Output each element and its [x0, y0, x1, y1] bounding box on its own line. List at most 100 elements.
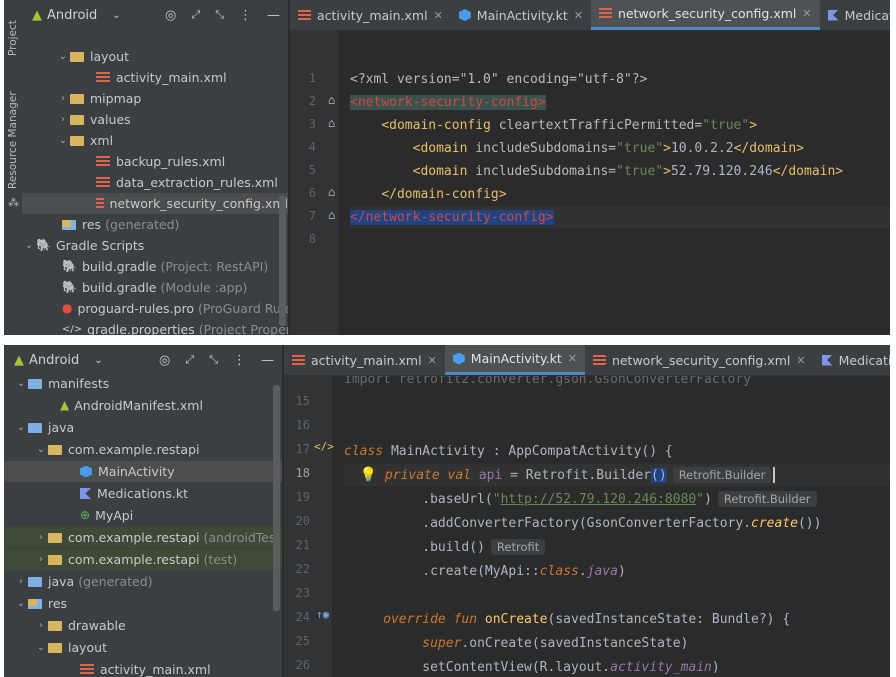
- kotlin-file-icon: [827, 9, 839, 21]
- tab-activity-main-xml[interactable]: activity_main.xml ✕: [284, 345, 445, 375]
- chevron-right-icon[interactable]: ›: [14, 576, 28, 587]
- close-icon[interactable]: ✕: [802, 7, 811, 20]
- tree-item-label: layout: [68, 640, 108, 655]
- expand-all-icon[interactable]: ⤢: [191, 8, 200, 22]
- tree-item-java-generated[interactable]: › java (generated): [4, 571, 282, 592]
- tree-item-activity-main-xml[interactable]: activity_main.xml: [22, 67, 288, 88]
- project-view-selector[interactable]: ▲ Android ⌄: [32, 8, 121, 23]
- tree-item-values[interactable]: › values: [22, 109, 288, 130]
- tree-item-layout[interactable]: ⌄ layout: [22, 46, 288, 67]
- hide-icon[interactable]: —: [267, 8, 280, 23]
- chevron-right-icon[interactable]: ›: [34, 620, 48, 631]
- tree-item-layout[interactable]: ⌄ layout: [4, 637, 282, 658]
- chevron-down-icon[interactable]: ⌄: [14, 422, 28, 433]
- tree-item-mainactivity[interactable]: MainActivity: [4, 461, 282, 482]
- collapse-all-icon[interactable]: ⤡: [209, 353, 218, 367]
- close-icon[interactable]: ✕: [428, 354, 437, 367]
- project-tool-tab[interactable]: Project: [4, 8, 22, 68]
- chevron-right-icon[interactable]: ›: [56, 114, 70, 125]
- tree-item-backup-rules[interactable]: backup_rules.xml: [22, 151, 288, 172]
- code-text: ): [704, 491, 712, 507]
- xml-file-icon: [298, 9, 311, 21]
- target-icon[interactable]: ◎: [159, 353, 170, 368]
- chevron-down-icon[interactable]: ⌄: [22, 240, 36, 251]
- tree-item-build-gradle-project[interactable]: 🐘 build.gradle (Project: RestAPI): [22, 256, 288, 277]
- code-line-20: .addConverterFactory(GsonConverterFactor…: [344, 512, 890, 534]
- tab-activity-main-xml[interactable]: activity_main.xml ✕: [290, 0, 451, 30]
- options-icon[interactable]: ⋮: [239, 8, 252, 23]
- tree-item-data-extraction-rules[interactable]: data_extraction_rules.xml: [22, 172, 288, 193]
- tree-item-java[interactable]: ⌄ java: [4, 417, 282, 438]
- tree-item-label: gradle.properties: [87, 322, 195, 335]
- class-marker-icon[interactable]: </>: [314, 440, 334, 453]
- chevron-down-icon[interactable]: ⌄: [34, 444, 48, 455]
- tree-item-xml[interactable]: ⌄ xml: [22, 130, 288, 151]
- tree-item-medications[interactable]: Medications.kt: [4, 483, 282, 504]
- code-line-5: <domain includeSubdomains= "true" >52.79.1…: [350, 160, 890, 182]
- chevron-down-icon[interactable]: ⌄: [34, 642, 48, 653]
- code-line-3: <domain-config cleartextTrafficPermitted…: [350, 114, 890, 136]
- tree-item-drawable[interactable]: › drawable: [4, 615, 282, 636]
- close-icon[interactable]: ✕: [574, 9, 583, 22]
- tree-item-manifests[interactable]: ⌄ manifests: [4, 373, 282, 394]
- override-marker-icon[interactable]: ↑◉: [316, 608, 329, 621]
- tab-network-security-config[interactable]: network_security_config.xml ✕: [585, 345, 814, 375]
- target-icon[interactable]: ◎: [165, 8, 176, 23]
- tab-mainactivity-kt[interactable]: MainActivity.kt ✕: [444, 345, 585, 375]
- chevron-right-icon[interactable]: ›: [56, 93, 70, 104]
- editor-tabs: activity_main.xml ✕ MainActivity.kt ✕ ne…: [290, 0, 890, 31]
- chevron-right-icon[interactable]: ›: [34, 554, 48, 565]
- fold-marker-icon[interactable]: ⌂: [328, 93, 335, 107]
- lightbulb-icon[interactable]: 💡: [360, 467, 377, 483]
- tree-item-android-manifest[interactable]: ▲ AndroidManifest.xml: [4, 395, 282, 416]
- collapse-all-icon[interactable]: ⤡: [215, 8, 224, 22]
- tree-item-sub: (Project Properties): [198, 322, 288, 335]
- folder-icon: [70, 93, 84, 104]
- fold-marker-icon[interactable]: ⌂: [328, 116, 335, 130]
- tab-medications-kt[interactable]: Medication: [814, 345, 890, 375]
- tab-network-security-config[interactable]: network_security_config.xml ✕: [590, 0, 820, 30]
- code-area[interactable]: import retrofit2.converter.gson.GsonConv…: [332, 376, 890, 677]
- tree-item-gradle-properties[interactable]: </> gradle.properties (Project Propertie…: [22, 319, 288, 335]
- tab-medications-kt[interactable]: Medications.kt: [820, 0, 890, 30]
- structure-icon[interactable]: ⁂: [8, 196, 19, 209]
- expand-all-icon[interactable]: ⤢: [185, 353, 194, 367]
- tree-item-myapi[interactable]: ⊕ MyApi: [4, 505, 282, 526]
- tab-mainactivity-kt[interactable]: MainActivity.kt ✕: [451, 0, 591, 30]
- tree-item-label: MyApi: [95, 508, 134, 523]
- chevron-down-icon[interactable]: ⌄: [14, 598, 28, 609]
- tree-item-build-gradle-module[interactable]: 🐘 build.gradle (Module :app): [22, 277, 288, 298]
- chevron-down-icon[interactable]: ⌄: [56, 135, 70, 146]
- project-header-actions: ◎ ⤢ ⤡ ⋮ —: [165, 8, 280, 23]
- fold-marker-icon[interactable]: ⌂: [328, 185, 335, 199]
- tree-item-network-security-config[interactable]: network_security_config.xml: [22, 193, 288, 214]
- options-icon[interactable]: ⋮: [233, 353, 246, 368]
- fold-marker-icon[interactable]: ⌂: [328, 208, 335, 222]
- project-view-selector[interactable]: ▲ Android ⌄: [14, 353, 103, 368]
- hide-icon[interactable]: —: [261, 353, 274, 368]
- tree-item-mipmap[interactable]: › mipmap: [22, 88, 288, 109]
- close-icon[interactable]: ✕: [568, 352, 577, 365]
- resource-manager-tool-tab[interactable]: Resource Manager: [4, 90, 22, 190]
- tree-scrollbar[interactable]: [279, 196, 286, 326]
- tree-item-package-main[interactable]: ⌄ com.example.restapi: [4, 439, 282, 460]
- kotlin-editor-window: ▲ Android ⌄ ◎ ⤢ ⤡ ⋮ — ⌄ manifests ▲ Andr…: [4, 345, 890, 677]
- url-string[interactable]: http://52.79.120.246:8080: [501, 492, 697, 507]
- tree-item-label: proguard-rules.pro: [77, 301, 194, 316]
- tree-item-package-androidtest[interactable]: › com.example.restapi (androidTest: [4, 527, 282, 548]
- close-icon[interactable]: ✕: [796, 354, 805, 367]
- close-icon[interactable]: ✕: [434, 9, 443, 22]
- tree-item-res[interactable]: ⌄ res: [4, 593, 282, 614]
- tree-item-activity-main-xml[interactable]: activity_main.xml: [4, 659, 282, 677]
- tree-item-gradle-scripts[interactable]: ⌄ 🐘 Gradle Scripts: [22, 235, 288, 256]
- chevron-right-icon[interactable]: ›: [34, 532, 48, 543]
- line-number: 17: [295, 442, 310, 456]
- tree-item-proguard-rules[interactable]: ● proguard-rules.pro (ProGuard Rules f: [22, 298, 288, 319]
- tree-scrollbar[interactable]: [273, 385, 280, 611]
- line-number: 18: [295, 466, 310, 480]
- tree-item-package-test[interactable]: › com.example.restapi (test): [4, 549, 282, 570]
- code-area[interactable]: <?xml version="1.0" encoding="utf-8"?> <…: [338, 31, 890, 335]
- tree-item-res-generated[interactable]: res (generated): [22, 214, 288, 235]
- chevron-down-icon[interactable]: ⌄: [14, 378, 28, 389]
- chevron-down-icon[interactable]: ⌄: [56, 51, 70, 62]
